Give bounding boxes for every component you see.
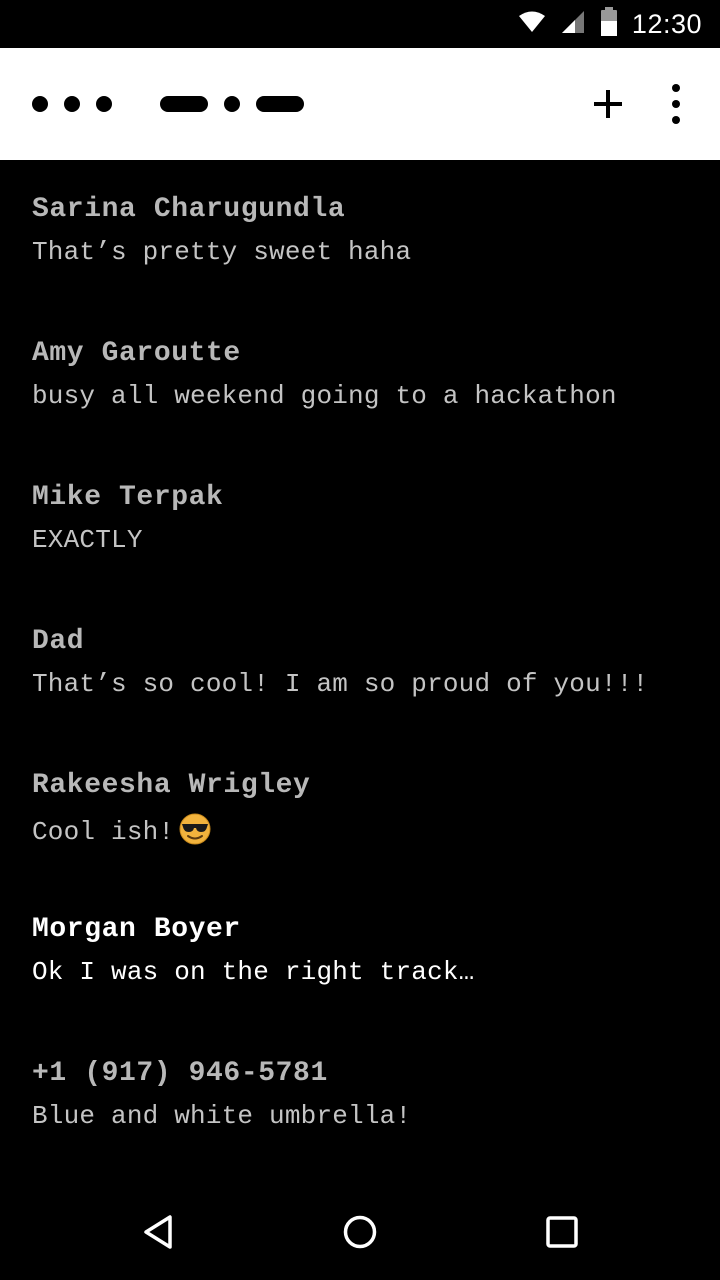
home-circle-icon: [343, 1215, 377, 1249]
back-triangle-icon: [144, 1215, 172, 1249]
conversation-item[interactable]: +1 (917) 946-5781 Blue and white umbrell…: [0, 1024, 720, 1168]
message-preview-text: Cool ish!: [32, 817, 175, 847]
app-bar: [0, 48, 720, 160]
recents-square-icon: [546, 1216, 578, 1248]
navigation-bar: [0, 1184, 720, 1280]
status-bar: 12:30: [0, 0, 720, 48]
contact-name: Amy Garoutte: [32, 338, 241, 369]
recents-button[interactable]: [538, 1208, 586, 1256]
contact-name: Rakeesha Wrigley: [32, 770, 311, 801]
overflow-menu-button[interactable]: [652, 80, 700, 128]
contact-name: Morgan Boyer: [32, 914, 241, 945]
overflow-menu-icon: [672, 84, 680, 124]
contact-name: +1 (917) 946-5781: [32, 1058, 328, 1089]
message-preview: Blue and white umbrella!: [32, 1101, 412, 1131]
conversation-list: Sarina Charugundla That’s pretty sweet h…: [0, 160, 720, 1184]
message-preview: Cool ish!: [32, 813, 212, 853]
home-button[interactable]: [336, 1208, 384, 1256]
dots-and-dashes-logo: [32, 96, 304, 112]
conversation-item[interactable]: Mike Terpak EXACTLY: [0, 448, 720, 592]
status-icons: 12:30: [518, 0, 702, 48]
message-preview: That’s pretty sweet haha: [32, 237, 412, 267]
status-time: 12:30: [631, 8, 702, 39]
contact-name: Mike Terpak: [32, 482, 224, 513]
back-button[interactable]: [136, 1208, 184, 1256]
contact-name: Dad: [32, 626, 85, 657]
conversation-item-unread[interactable]: Morgan Boyer Ok I was on the right track…: [0, 880, 720, 1024]
conversation-item[interactable]: Sarina Charugundla That’s pretty sweet h…: [0, 160, 720, 304]
add-button[interactable]: [584, 80, 632, 128]
add-icon: [594, 90, 622, 118]
message-preview: EXACTLY: [32, 525, 143, 555]
conversation-item[interactable]: Amy Garoutte busy all weekend going to a…: [0, 304, 720, 448]
contact-name: Sarina Charugundla: [32, 194, 346, 225]
message-preview: That’s so cool! I am so proud of you!!!: [32, 669, 649, 699]
message-preview: busy all weekend going to a hackathon: [32, 381, 617, 411]
wifi-icon: [518, 10, 546, 39]
cell-signal-icon: [560, 9, 586, 40]
battery-icon: [600, 6, 618, 42]
conversation-item[interactable]: Rakeesha Wrigley Cool ish!: [0, 736, 720, 880]
smiling-face-with-sunglasses-icon: [178, 813, 212, 853]
message-preview: Ok I was on the right track…: [32, 957, 475, 987]
conversation-item[interactable]: Dad That’s so cool! I am so proud of you…: [0, 592, 720, 736]
